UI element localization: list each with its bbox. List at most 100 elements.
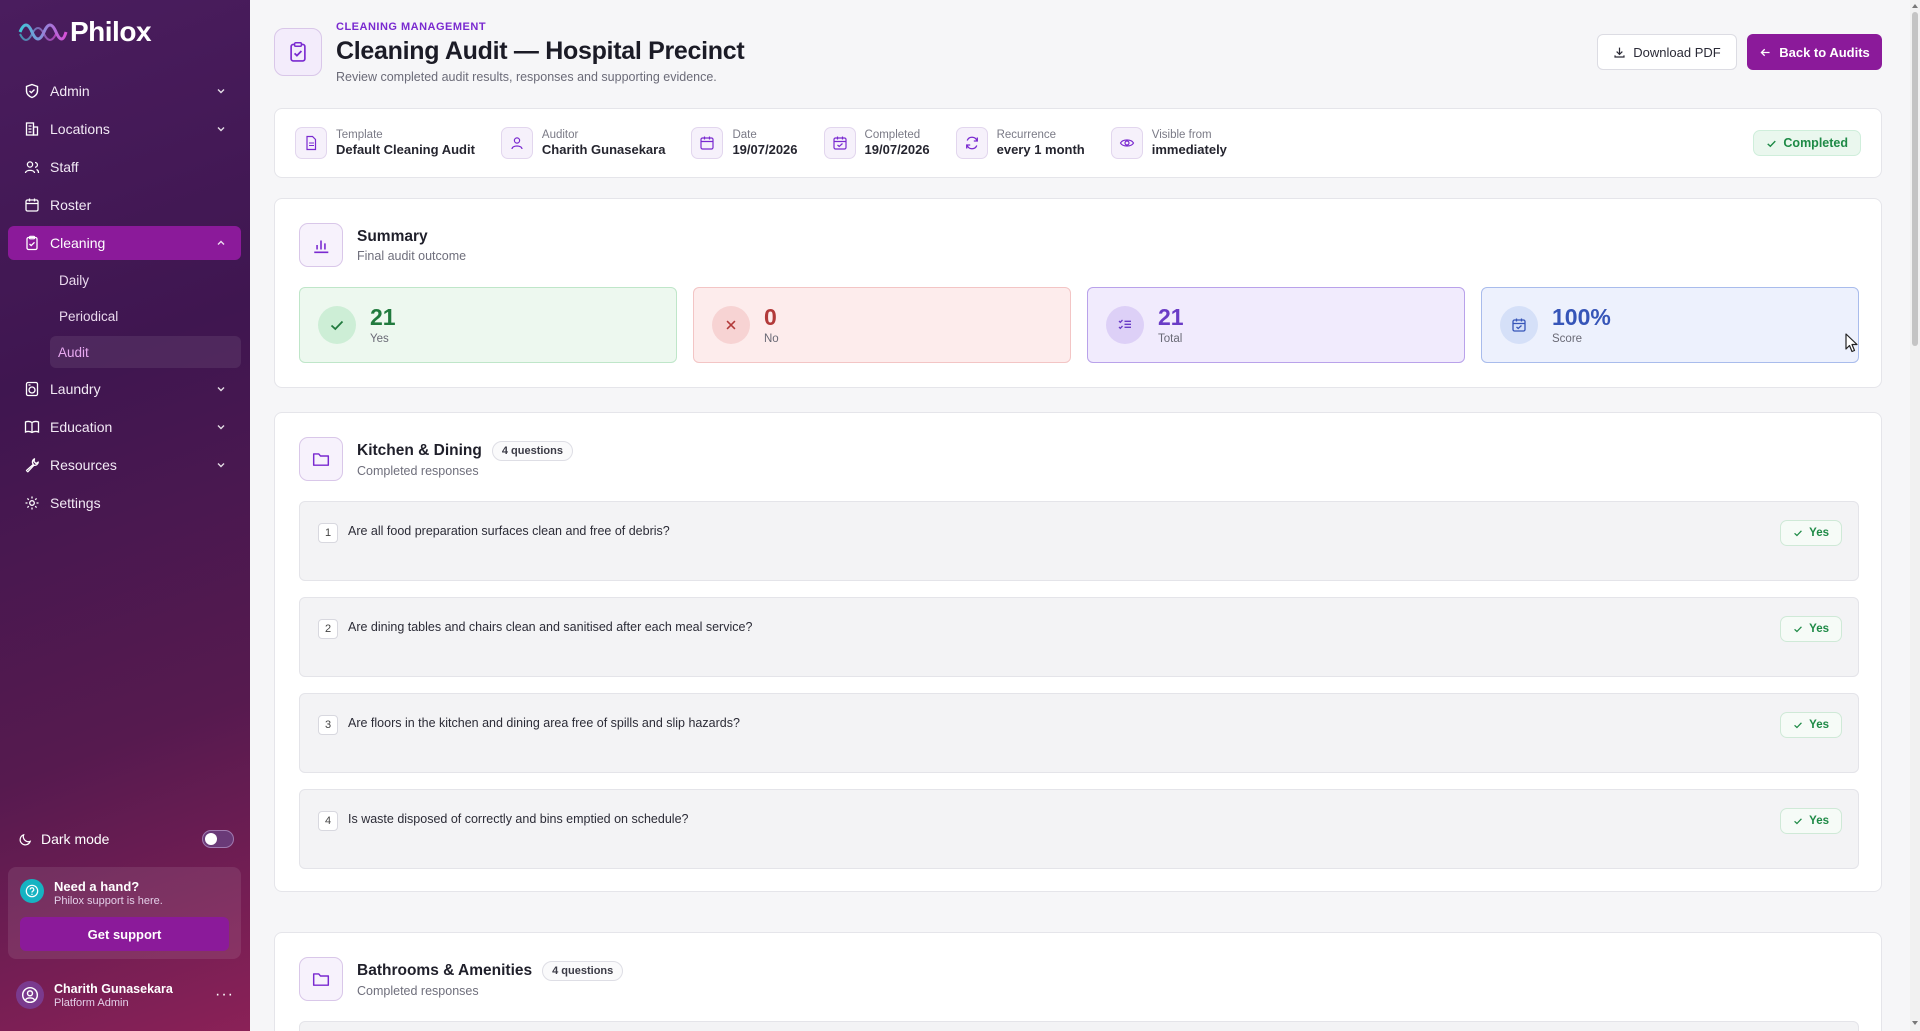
sidebar-item-label: Staff	[50, 159, 79, 175]
document-icon	[295, 127, 327, 159]
sidebar-subitem-audit[interactable]: Audit	[50, 336, 241, 368]
sidebar-item-cleaning[interactable]: Cleaning	[8, 226, 241, 260]
check-icon	[1794, 818, 1803, 825]
answer-badge: Yes	[1780, 520, 1842, 546]
help-circle-icon	[20, 879, 44, 903]
summary-subtitle: Final audit outcome	[357, 248, 467, 263]
sidebar-item-education[interactable]: Education	[8, 410, 241, 444]
gear-icon	[25, 496, 39, 510]
chevron-down-icon	[217, 425, 225, 430]
calendar-icon	[25, 198, 39, 212]
dark-mode-label: Dark mode	[41, 831, 110, 847]
question-row	[299, 1021, 1859, 1031]
stat-label: Yes	[370, 332, 389, 345]
scroll-up-icon[interactable]	[1911, 2, 1919, 10]
stat-score: 100% Score	[1481, 287, 1859, 363]
question-text: Is waste disposed of correctly and bins …	[348, 812, 689, 826]
users-icon	[24, 161, 40, 174]
question-number: 4	[318, 811, 338, 831]
download-pdf-button[interactable]: Download PDF	[1597, 34, 1737, 70]
stat-label: Total	[1158, 332, 1183, 345]
check-icon	[1794, 530, 1803, 537]
section-kitchen-dining: Kitchen & Dining 4 questions Completed re…	[274, 412, 1882, 892]
chevron-down-icon	[217, 463, 225, 468]
washing-machine-icon	[25, 381, 39, 397]
avatar	[16, 981, 44, 1009]
sidebar-item-staff[interactable]: Staff	[8, 150, 241, 184]
check-icon	[318, 306, 356, 344]
download-pdf-label: Download PDF	[1633, 44, 1721, 60]
sidebar-item-label: Resources	[50, 457, 117, 473]
meta-label: Template	[336, 129, 383, 141]
question-text: Are all food preparation surfaces clean …	[348, 524, 670, 538]
sidebar-item-label: Settings	[50, 495, 101, 511]
eye-icon	[1110, 127, 1143, 159]
section-title: Kitchen & Dining 4 questions	[357, 440, 573, 461]
question-row: 4 Is waste disposed of correctly and bin…	[299, 789, 1859, 869]
page-title: Cleaning Audit — Hospital Precinct	[336, 37, 745, 65]
chevron-down-icon	[217, 127, 225, 132]
stat-value: 21	[1158, 303, 1184, 330]
get-support-button[interactable]: Get support	[20, 917, 229, 951]
dark-mode-row: Dark mode	[18, 830, 234, 848]
scroll-down-icon[interactable]	[1911, 1019, 1919, 1027]
sidebar-item-roster[interactable]: Roster	[8, 188, 241, 222]
sidebar-item-label: Locations	[50, 121, 110, 137]
sidebar-item-laundry[interactable]: Laundry	[8, 372, 241, 406]
clipboard-check-icon	[26, 235, 38, 251]
meta-value: Charith Gunasekara	[541, 142, 666, 157]
refresh-icon	[955, 127, 988, 159]
sidebar-subitem-periodical[interactable]: Periodical	[51, 300, 241, 332]
dark-mode-toggle[interactable]	[202, 830, 234, 848]
answer-label: Yes	[1809, 719, 1829, 731]
meta-auditor: Auditor Charith Gunasekara	[500, 127, 666, 159]
meta-visible-from: Visible from immediately	[1110, 127, 1227, 159]
mouse-cursor-icon	[1845, 333, 1858, 353]
meta-recurrence: Recurrence every 1 month	[955, 127, 1085, 159]
stat-total: 21 Total	[1087, 287, 1465, 363]
brand-logo[interactable]: Philox	[18, 16, 152, 48]
support-title: Need a hand?	[54, 879, 140, 894]
status-label: Completed	[1783, 136, 1848, 150]
answer-badge: Yes	[1780, 616, 1842, 642]
answer-label: Yes	[1809, 623, 1829, 635]
support-subtitle: Philox support is here.	[54, 895, 163, 907]
question-list: 1 Are all food preparation surfaces clea…	[299, 501, 1859, 885]
sidebar-item-resources[interactable]: Resources	[8, 448, 241, 482]
meta-value: immediately	[1151, 142, 1227, 157]
meta-value: every 1 month	[996, 142, 1085, 157]
scrollbar-thumb[interactable]	[1912, 12, 1918, 346]
book-icon	[24, 420, 40, 434]
list-check-icon	[1106, 306, 1144, 344]
sidebar: Philox Admin Locations Staff Roster Clea…	[0, 0, 250, 1031]
folder-icon	[299, 437, 343, 481]
question-number: 3	[318, 715, 338, 735]
sidebar-item-label: Laundry	[50, 381, 101, 397]
sidebar-item-locations[interactable]: Locations	[8, 112, 241, 146]
building-icon	[25, 122, 39, 136]
stat-value: 100%	[1552, 303, 1611, 330]
answer-badge: Yes	[1780, 808, 1842, 834]
stat-label: Score	[1552, 332, 1583, 345]
x-icon	[712, 306, 750, 344]
user-name: Charith Gunasekara	[54, 981, 173, 996]
meta-label: Completed	[864, 129, 921, 141]
more-options-icon[interactable]: ···	[215, 986, 234, 1004]
status-badge: Completed	[1753, 130, 1861, 156]
sidebar-item-settings[interactable]: Settings	[8, 486, 241, 520]
back-to-audits-button[interactable]: Back to Audits	[1747, 34, 1882, 70]
sidebar-item-label: Admin	[50, 83, 90, 99]
wrench-icon	[25, 458, 39, 473]
stat-label: No	[764, 332, 779, 345]
question-row: 3 Are floors in the kitchen and dining a…	[299, 693, 1859, 773]
audit-clipboard-icon	[274, 28, 322, 76]
user-profile[interactable]: Charith Gunasekara Platform Admin ···	[16, 981, 234, 1009]
section-title: Bathrooms & Amenities 4 questions	[357, 960, 624, 981]
question-row: 2 Are dining tables and chairs clean and…	[299, 597, 1859, 677]
section-title-text: Kitchen & Dining	[357, 441, 482, 459]
calendar-check-icon	[1500, 306, 1538, 344]
sidebar-subitem-daily[interactable]: Daily	[51, 264, 241, 296]
check-icon	[1794, 722, 1803, 729]
sidebar-item-admin[interactable]: Admin	[8, 74, 241, 108]
answer-badge: Yes	[1780, 712, 1842, 738]
